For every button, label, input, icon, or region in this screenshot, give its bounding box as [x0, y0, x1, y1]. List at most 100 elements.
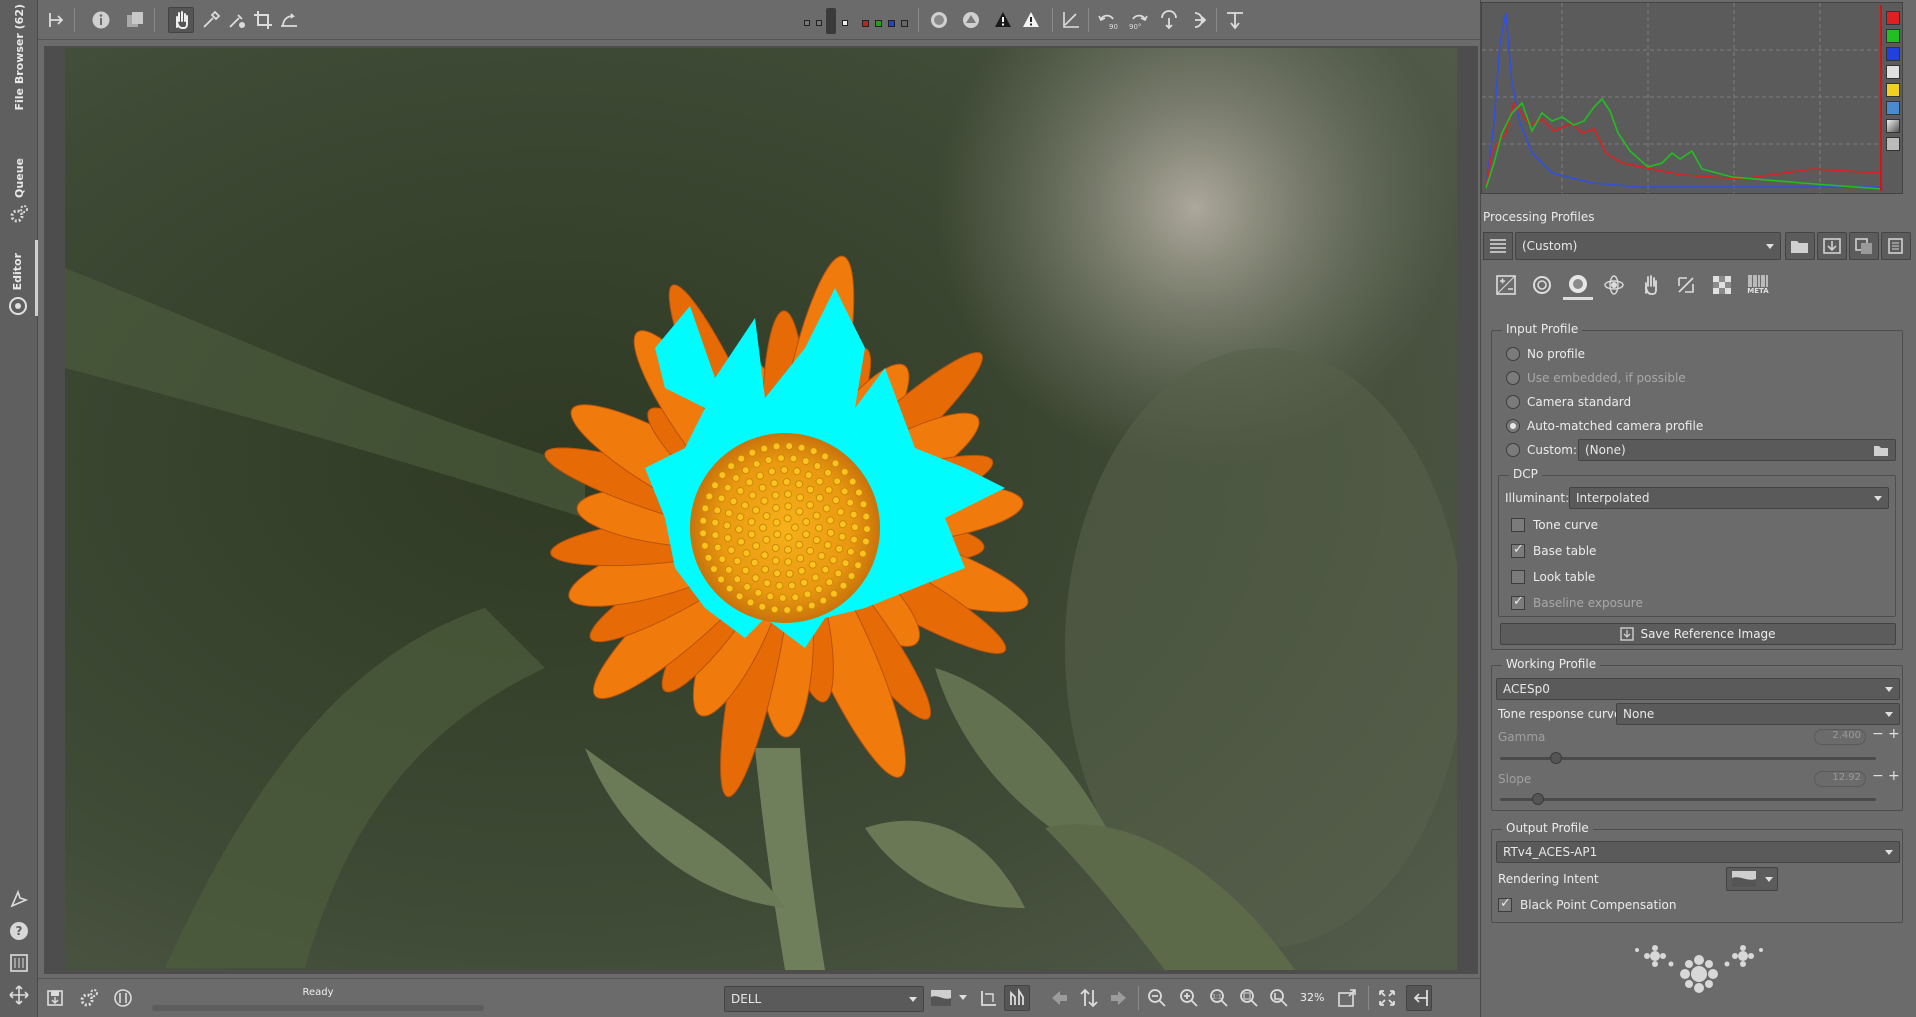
red-histogram-toggle[interactable]: [1886, 11, 1900, 25]
preview-image[interactable]: [65, 48, 1457, 970]
white-balance-button[interactable]: [224, 7, 250, 33]
hide-right-panel-button[interactable]: [1406, 985, 1432, 1011]
slope-slider[interactable]: [1500, 793, 1876, 805]
green-channel-icon[interactable]: [875, 20, 882, 27]
zoom-out-button[interactable]: [1144, 985, 1170, 1011]
slope-value-field[interactable]: 12.92: [1814, 771, 1866, 787]
image-preview-area[interactable]: [44, 46, 1478, 974]
tab-metadata[interactable]: META: [1743, 270, 1773, 300]
channel-dot-icon[interactable]: [816, 20, 822, 26]
green-histogram-toggle[interactable]: [1886, 29, 1900, 43]
baseline-exposure-checkbox[interactable]: Baseline exposure: [1511, 594, 1643, 610]
help-icon[interactable]: ?: [8, 920, 30, 942]
slider-knob[interactable]: [1550, 752, 1562, 764]
zoom-fit-crop-button[interactable]: [1266, 985, 1292, 1011]
soft-proof-button[interactable]: [976, 985, 1002, 1011]
tab-editor[interactable]: Editor: [0, 240, 38, 316]
gamma-value-field[interactable]: 2.400: [1814, 729, 1866, 745]
export-icon[interactable]: [8, 888, 30, 910]
new-detail-window-button[interactable]: [1334, 985, 1360, 1011]
tab-locallab[interactable]: [1635, 270, 1665, 300]
radio-no-profile[interactable]: No profile: [1506, 347, 1585, 361]
shadow-clip-button[interactable]: [958, 7, 984, 33]
blue-channel-icon[interactable]: [888, 20, 895, 27]
radio-camera-standard[interactable]: Camera standard: [1506, 395, 1631, 409]
look-table-checkbox[interactable]: Look table: [1511, 570, 1595, 584]
gamma-plus-button[interactable]: +: [1888, 726, 1900, 742]
copy-profile-button[interactable]: [1849, 232, 1879, 260]
rotate-cw-button[interactable]: 90°: [1126, 7, 1152, 33]
queue-button[interactable]: [76, 985, 102, 1011]
folder-open-icon[interactable]: [1873, 444, 1889, 456]
hand-tool-button[interactable]: [168, 7, 194, 33]
bar-display-toggle[interactable]: [1886, 119, 1900, 133]
fullscreen-icon[interactable]: [8, 984, 30, 1006]
raw-histogram-toggle[interactable]: [1886, 101, 1900, 115]
tab-color[interactable]: [1563, 270, 1593, 300]
luminance-channel-icon[interactable]: [901, 20, 908, 27]
save-profile-button[interactable]: [1817, 232, 1847, 260]
tab-transform[interactable]: [1671, 270, 1701, 300]
output-profile-select[interactable]: RTv4_ACES-AP1: [1496, 841, 1900, 863]
slider-knob[interactable]: [1532, 793, 1544, 805]
processing-profile-select[interactable]: (Custom): [1515, 232, 1781, 260]
rendering-intent-select[interactable]: [1726, 867, 1778, 891]
gamma-minus-button[interactable]: −: [1872, 726, 1884, 742]
preferences-icon[interactable]: [8, 952, 30, 974]
radio-custom[interactable]: Custom:: [1506, 443, 1577, 457]
graph-button[interactable]: [1058, 7, 1084, 33]
gamma-slider[interactable]: [1500, 752, 1876, 764]
monitor-profile-select[interactable]: DELL: [724, 986, 924, 1012]
focus-mask-button[interactable]: [926, 7, 952, 33]
zoom-fit-button[interactable]: [1236, 985, 1262, 1011]
sync-button[interactable]: [1076, 985, 1102, 1011]
straighten-button[interactable]: [276, 7, 302, 33]
channel-dot-icon[interactable]: [842, 20, 848, 26]
zoom-in-button[interactable]: [1176, 985, 1202, 1011]
paste-profile-button[interactable]: [1881, 232, 1911, 260]
radio-auto-matched[interactable]: Auto-matched camera profile: [1506, 419, 1703, 433]
crop-button[interactable]: [250, 7, 276, 33]
fullscreen-button[interactable]: [1374, 985, 1400, 1011]
external-editor-button[interactable]: [110, 985, 136, 1011]
custom-profile-field[interactable]: (None): [1578, 439, 1896, 461]
info-button[interactable]: [88, 7, 114, 33]
slope-plus-button[interactable]: +: [1888, 768, 1900, 784]
profile-list-button[interactable]: [1483, 232, 1513, 260]
black-point-compensation-checkbox[interactable]: Black Point Compensation: [1498, 896, 1677, 912]
before-after-button[interactable]: [122, 7, 148, 33]
tone-curve-checkbox[interactable]: Tone curve: [1511, 518, 1598, 532]
illuminant-select[interactable]: Interpolated: [1569, 487, 1889, 509]
blue-histogram-toggle[interactable]: [1886, 47, 1900, 61]
tab-raw[interactable]: [1707, 270, 1737, 300]
chroma-histogram-toggle[interactable]: [1886, 83, 1900, 97]
tab-exposure[interactable]: [1491, 270, 1521, 300]
tab-queue[interactable]: Queue: [0, 150, 38, 224]
chevron-down-icon[interactable]: [959, 995, 967, 1000]
radio-use-embedded[interactable]: Use embedded, if possible: [1506, 371, 1686, 385]
color-picker-button[interactable]: [198, 7, 224, 33]
gamut-check-button[interactable]: [1004, 985, 1030, 1011]
hide-history-button[interactable]: [44, 7, 70, 33]
channel-dot-icon[interactable]: [804, 20, 810, 26]
working-profile-select[interactable]: ACESp0: [1496, 678, 1900, 700]
warning-button[interactable]: [1018, 7, 1044, 33]
tab-detail[interactable]: [1527, 270, 1557, 300]
tab-file-browser[interactable]: File Browser (62): [0, 4, 38, 116]
rotate-ccw-button[interactable]: 90°: [1094, 7, 1120, 33]
luminance-histogram-toggle[interactable]: [1886, 65, 1900, 79]
highlight-clip-button[interactable]: [990, 7, 1016, 33]
save-reference-image-button[interactable]: Save Reference Image: [1500, 623, 1896, 645]
save-button[interactable]: [42, 985, 68, 1011]
slope-minus-button[interactable]: −: [1872, 768, 1884, 784]
flip-v-button[interactable]: [1184, 7, 1210, 33]
histogram[interactable]: [1481, 2, 1903, 194]
trc-select[interactable]: None: [1616, 703, 1900, 725]
toggle-panel-button[interactable]: [1222, 7, 1248, 33]
load-profile-button[interactable]: [1785, 232, 1815, 260]
previous-image-button[interactable]: [1046, 985, 1072, 1011]
tab-advanced[interactable]: [1599, 270, 1629, 300]
monitor-intent-button[interactable]: [928, 985, 954, 1011]
flip-h-button[interactable]: [1156, 7, 1182, 33]
red-channel-icon[interactable]: [862, 20, 869, 27]
